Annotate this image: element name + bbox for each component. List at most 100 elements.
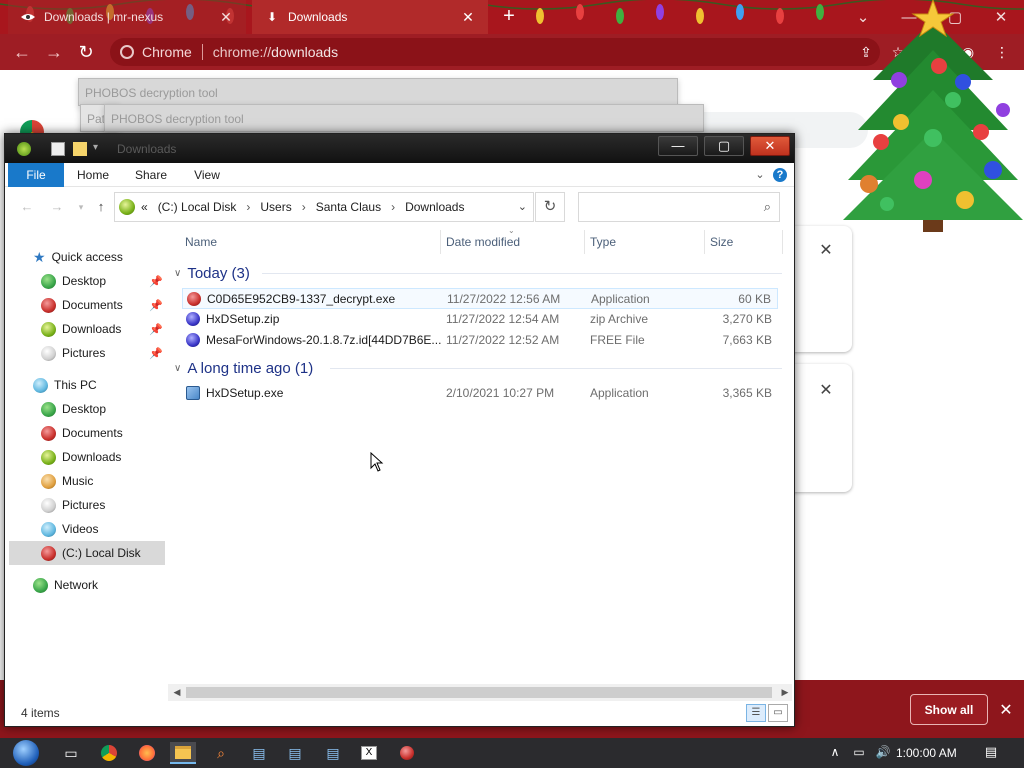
excel-icon[interactable]: X xyxy=(356,742,382,764)
nav-pc-music[interactable]: Music xyxy=(41,469,165,493)
breadcrumb-santa-claus[interactable]: Santa Claus xyxy=(316,200,381,214)
scroll-right-icon[interactable]: ▶ xyxy=(778,685,792,699)
remove-download-icon[interactable]: ✕ xyxy=(818,380,834,400)
tab-file[interactable]: File xyxy=(8,163,64,187)
up-icon[interactable]: ↑ xyxy=(93,199,109,215)
horizontal-scrollbar[interactable]: ◀ ▶ xyxy=(168,684,792,701)
file-row[interactable]: HxDSetup.exe 2/10/2021 10:27 PM Applicat… xyxy=(182,383,778,404)
search-input[interactable]: ⌕ xyxy=(578,192,780,222)
remove-download-icon[interactable]: ✕ xyxy=(818,240,834,260)
nav-pc-downloads[interactable]: Downloads xyxy=(41,445,165,469)
group-header-today[interactable]: ∨ Today (3) xyxy=(174,262,250,284)
column-header-name[interactable]: Name xyxy=(185,230,435,254)
column-header-type[interactable]: Type xyxy=(590,230,700,254)
column-divider[interactable] xyxy=(704,230,705,254)
tab-downloads[interactable]: ⬇ Downloads ✕ xyxy=(252,0,488,34)
scroll-thumb[interactable] xyxy=(186,687,772,698)
nav-qa-desktop[interactable]: Desktop 📌 xyxy=(41,269,165,293)
group-header-long-ago[interactable]: ∨ A long time ago (1) xyxy=(174,357,313,379)
chevron-up-icon[interactable]: ∧ xyxy=(826,745,844,759)
column-header-date[interactable]: Date modified xyxy=(446,230,582,254)
recent-locations-icon[interactable]: ▾ xyxy=(73,199,89,215)
network-tray-icon[interactable]: ▭ xyxy=(850,745,868,759)
back-icon[interactable]: ← xyxy=(10,40,34,64)
chevron-right-icon[interactable]: › xyxy=(391,200,395,214)
breadcrumb-downloads[interactable]: Downloads xyxy=(405,200,464,214)
close-button[interactable]: ✕ xyxy=(750,136,790,156)
back-icon[interactable]: ← xyxy=(19,199,35,215)
new-folder-icon[interactable] xyxy=(73,142,87,156)
volume-icon[interactable]: 🔊 xyxy=(874,745,892,759)
details-view-icon[interactable]: ☰ xyxy=(746,704,766,722)
show-all-button[interactable]: Show all xyxy=(910,694,988,725)
chevron-down-icon[interactable]: ⌄ xyxy=(518,200,527,213)
nav-qa-pictures[interactable]: Pictures 📌 xyxy=(41,341,165,365)
pin-icon[interactable]: 📌 xyxy=(149,323,163,336)
ransom-app-icon[interactable] xyxy=(394,742,420,764)
column-divider[interactable] xyxy=(440,230,441,254)
breadcrumb-users[interactable]: Users xyxy=(260,200,291,214)
refresh-button[interactable]: ↻ xyxy=(535,192,565,222)
forward-icon[interactable]: → xyxy=(49,199,65,215)
hxd-icon[interactable]: ▤ xyxy=(320,742,346,764)
search-icon: ⌕ xyxy=(763,199,771,214)
navigation-pane: ★ Quick access Desktop 📌 Documents 📌 Dow… xyxy=(5,230,165,700)
minimize-button[interactable]: — xyxy=(658,136,698,156)
breadcrumb-overflow[interactable]: « xyxy=(141,200,148,214)
column-divider[interactable] xyxy=(584,230,585,254)
help-icon[interactable]: ? xyxy=(773,168,787,182)
new-tab-button[interactable]: + xyxy=(498,6,520,28)
chevron-right-icon[interactable]: › xyxy=(302,200,306,214)
maximize-button[interactable]: ▢ xyxy=(704,136,744,156)
breadcrumb-local-disk[interactable]: (C:) Local Disk xyxy=(158,200,237,214)
nav-qa-documents[interactable]: Documents 📌 xyxy=(41,293,165,317)
nav-pc-local-disk[interactable]: (C:) Local Disk xyxy=(9,541,165,565)
tab-home[interactable]: Home xyxy=(73,163,113,187)
tab-mr-nexus[interactable]: Downloads | mr-nexus ✕ xyxy=(8,0,246,34)
task-view-icon[interactable]: ▭ xyxy=(58,742,84,764)
tab-view[interactable]: View xyxy=(189,163,225,187)
chevron-right-icon[interactable]: › xyxy=(246,200,250,214)
properties-icon[interactable] xyxy=(51,142,65,156)
close-shelf-icon[interactable]: ✕ xyxy=(996,700,1016,720)
customize-qat-icon[interactable]: ▾ xyxy=(93,142,107,156)
nav-pc-pictures[interactable]: Pictures xyxy=(41,493,165,517)
nav-quick-access[interactable]: ★ Quick access xyxy=(33,245,165,269)
large-icons-view-icon[interactable]: ▭ xyxy=(768,704,788,722)
column-divider[interactable] xyxy=(782,230,783,254)
address-bar[interactable]: Chrome chrome:// downloads xyxy=(110,38,880,66)
file-row[interactable]: MesaForWindows-20.1.8.7z.id[44DD7B6E... … xyxy=(182,330,778,351)
expand-ribbon-icon[interactable]: ⌄ xyxy=(753,168,767,182)
column-header-size[interactable]: Size xyxy=(710,230,770,254)
file-explorer-icon[interactable] xyxy=(170,742,196,764)
nav-network[interactable]: Network xyxy=(33,573,165,597)
scroll-left-icon[interactable]: ◀ xyxy=(170,685,184,699)
forward-icon[interactable]: → xyxy=(42,40,66,64)
nav-pc-documents[interactable]: Documents xyxy=(41,421,165,445)
hxd-icon[interactable]: ▤ xyxy=(246,742,272,764)
nav-pc-videos[interactable]: Videos xyxy=(41,517,165,541)
close-tab-icon[interactable]: ✕ xyxy=(460,9,476,26)
tab-share[interactable]: Share xyxy=(131,163,171,187)
nav-pc-desktop[interactable]: Desktop xyxy=(41,397,165,421)
notifications-icon[interactable]: ▤ xyxy=(982,744,1000,760)
address-bar[interactable]: « (C:) Local Disk › Users › Santa Claus … xyxy=(114,192,534,222)
file-row[interactable]: HxDSetup.zip 11/27/2022 12:54 AM zip Arc… xyxy=(182,309,778,330)
pin-icon[interactable]: 📌 xyxy=(149,347,163,360)
chrome-icon[interactable] xyxy=(96,742,122,764)
hxd-icon[interactable]: ▤ xyxy=(282,742,308,764)
url-path: downloads xyxy=(271,44,339,60)
taskbar-clock[interactable]: 1:00:00 AM xyxy=(896,746,957,760)
reload-icon[interactable]: ↻ xyxy=(74,40,98,64)
firefox-icon[interactable] xyxy=(134,742,160,764)
nav-qa-downloads[interactable]: Downloads 📌 xyxy=(41,317,165,341)
pin-icon[interactable]: 📌 xyxy=(149,299,163,312)
start-button[interactable] xyxy=(8,738,44,768)
pin-icon[interactable]: 📌 xyxy=(149,275,163,288)
computer-icon xyxy=(33,377,48,393)
close-tab-icon[interactable]: ✕ xyxy=(218,9,234,26)
explorer-title-bar[interactable]: ▾ Downloads — ▢ ✕ xyxy=(5,134,794,163)
file-row[interactable]: C0D65E952CB9-1337_decrypt.exe 11/27/2022… xyxy=(182,288,778,309)
search-icon[interactable]: ⌕ xyxy=(208,742,234,764)
nav-this-pc[interactable]: This PC xyxy=(33,373,165,397)
